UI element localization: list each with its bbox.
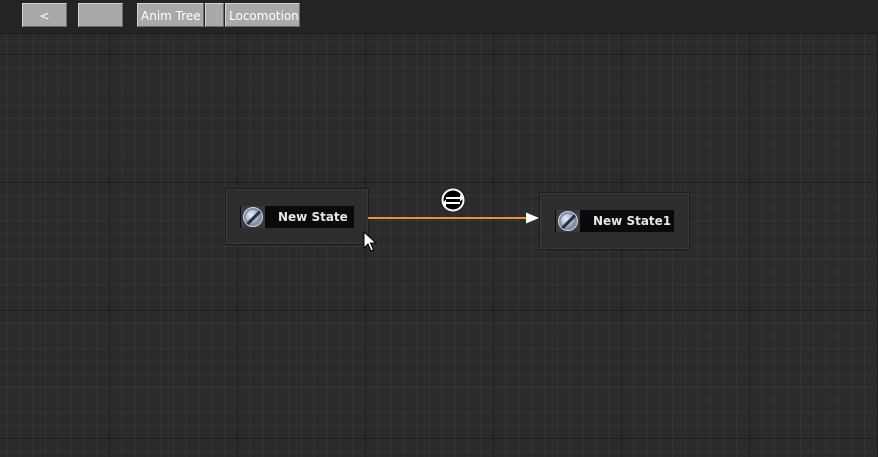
breadcrumb-item-blank[interactable]	[205, 3, 224, 27]
state-icon	[243, 207, 263, 227]
state-node-new-state1[interactable]: New State1	[539, 192, 690, 250]
state-node-title: New State	[240, 206, 354, 228]
back-button[interactable]: <	[22, 3, 67, 27]
state-icon-frame	[241, 206, 265, 228]
state-graph-canvas[interactable]: New State New State1	[0, 34, 878, 457]
state-node-new-state[interactable]: New State	[225, 188, 369, 245]
state-node-title: New State1	[555, 210, 674, 232]
breadcrumb-locomotion[interactable]: Locomotion	[225, 3, 300, 27]
state-node-label: New State1	[593, 214, 672, 228]
state-node-label: New State	[278, 210, 348, 224]
state-icon	[558, 211, 578, 231]
forward-button[interactable]	[78, 3, 123, 27]
state-icon-frame	[556, 210, 580, 232]
breadcrumb-anim-tree[interactable]: Anim Tree	[137, 3, 204, 27]
toolbar: < Anim Tree Locomotion	[0, 0, 878, 34]
